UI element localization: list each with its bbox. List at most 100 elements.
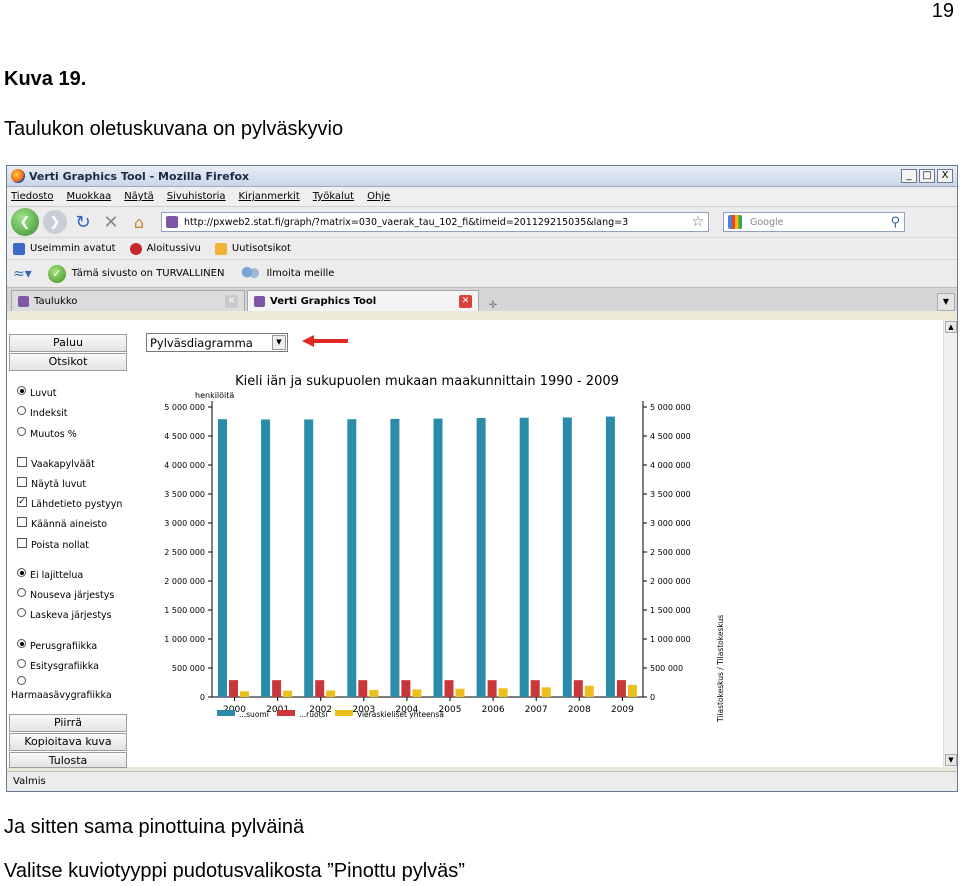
radio-icon[interactable]: [17, 406, 26, 415]
menu-view[interactable]: Näytä: [124, 191, 154, 202]
scroll-down-arrow-icon[interactable]: ▼: [945, 754, 957, 766]
tab-bar: Taulukko ✕ Verti Graphics Tool ✕ ✛ ▼: [7, 287, 957, 311]
sort-desc[interactable]: Laskeva järjestys: [17, 608, 112, 621]
close-icon[interactable]: ✕: [225, 294, 238, 308]
url-bar[interactable]: http://pxweb2.stat.fi/graph/?matrix=030_…: [161, 212, 709, 232]
menu-edit[interactable]: Muokkaa: [66, 191, 111, 202]
legend-swatch: [277, 710, 295, 716]
tab-taulukko[interactable]: Taulukko ✕: [11, 290, 245, 311]
scroll-up-arrow-icon[interactable]: ▲: [945, 321, 957, 333]
radio-icon[interactable]: [17, 427, 26, 436]
y-tick-label-right: 3 000 000: [650, 519, 691, 528]
graphic-basic[interactable]: Perusgrafiikka: [17, 639, 97, 652]
chart-type-value[interactable]: Pylväsdiagramma: [150, 336, 272, 350]
graphic-grayscale-radio[interactable]: [17, 676, 30, 688]
x-tick-label: 2006: [482, 705, 505, 715]
maximize-button[interactable]: □: [919, 169, 935, 183]
print-button[interactable]: Tulosta: [9, 752, 127, 768]
radio-icon[interactable]: [17, 588, 26, 597]
graphic-presentation[interactable]: Esitysgrafiikka: [17, 659, 99, 672]
option-muutos[interactable]: Muutos %: [17, 427, 77, 440]
radio-icon[interactable]: [17, 659, 26, 668]
option-label: Käännä aineisto: [31, 519, 108, 530]
copy-image-button[interactable]: Kopioitava kuva: [9, 733, 127, 751]
menu-help[interactable]: Ohje: [367, 191, 390, 202]
search-icon[interactable]: ⚲: [890, 215, 900, 230]
option-indeksit[interactable]: Indeksit: [17, 406, 68, 419]
radio-icon[interactable]: [17, 608, 26, 617]
bookmark-news[interactable]: Uutisotsikot: [214, 242, 291, 255]
titles-button[interactable]: Otsikot: [9, 353, 127, 371]
tab-verti-graphics-tool[interactable]: Verti Graphics Tool ✕: [247, 290, 479, 311]
checkbox-icon[interactable]: [17, 456, 27, 467]
star-icon[interactable]: ☆: [691, 214, 704, 230]
y-tick-label-left: 1 500 000: [164, 606, 205, 615]
checkmark-icon: ✓: [47, 264, 66, 283]
back-app-button[interactable]: Paluu: [9, 334, 127, 352]
security-status[interactable]: Tämä sivusto on TURVALLINEN: [72, 268, 225, 279]
checkbox-icon[interactable]: [17, 537, 27, 548]
site-favicon-icon: [166, 216, 178, 228]
wifi-icon[interactable]: ≈▾: [13, 266, 32, 282]
bar-1: [261, 419, 271, 697]
checkbox-lahdetieto[interactable]: ✓ Lähdetieto pystyyn: [17, 496, 123, 510]
report-link[interactable]: Ilmoita meille: [266, 268, 334, 279]
bar-2: [487, 680, 497, 697]
checkbox-icon[interactable]: [17, 516, 27, 527]
home-icon[interactable]: ⌂: [127, 210, 151, 234]
option-label: Lähdetieto pystyyn: [31, 499, 123, 510]
dropdown-arrow-icon[interactable]: ▼: [272, 335, 286, 350]
x-tick-label: 2009: [611, 705, 634, 715]
minimize-button[interactable]: _: [901, 169, 917, 183]
bar-3: [584, 685, 594, 697]
reload-icon[interactable]: ↻: [71, 210, 95, 234]
close-window-button[interactable]: X: [937, 169, 953, 183]
option-label: Nouseva järjestys: [30, 590, 115, 601]
forward-button[interactable]: ❯: [43, 210, 67, 234]
checkbox-poista-nollat[interactable]: Poista nollat: [17, 537, 89, 551]
checkbox-kaanna[interactable]: Käännä aineisto: [17, 516, 108, 530]
back-button[interactable]: ❮: [11, 208, 39, 236]
window-title: Verti Graphics Tool - Mozilla Firefox: [29, 169, 250, 183]
option-luvut[interactable]: Luvut: [17, 386, 57, 399]
checkbox-checked-icon[interactable]: ✓: [17, 496, 27, 507]
bar-1: [304, 419, 314, 697]
close-icon[interactable]: ✕: [459, 294, 472, 308]
y-tick-label-right: 1 500 000: [650, 606, 691, 615]
radio-icon[interactable]: [17, 676, 26, 685]
tab-list-icon[interactable]: ▼: [937, 293, 955, 311]
google-icon[interactable]: [728, 215, 742, 229]
new-tab-icon[interactable]: ✛: [481, 300, 505, 311]
menu-history[interactable]: Sivuhistoria: [167, 191, 226, 202]
bar-2: [315, 680, 325, 697]
checkbox-nayta-luvut[interactable]: Näytä luvut: [17, 476, 86, 490]
search-placeholder[interactable]: Google: [750, 217, 890, 228]
bookmark-most-visited[interactable]: Useimmin avatut: [13, 242, 116, 255]
y-tick-label-left: 4 500 000: [164, 432, 205, 441]
checkbox-icon[interactable]: [17, 476, 27, 487]
chart-type-select[interactable]: Pylväsdiagramma ▼: [146, 333, 288, 352]
option-label: Luvut: [30, 388, 57, 399]
draw-button[interactable]: Piirrä: [9, 714, 127, 732]
body-text-2: Valitse kuviotyyppi pudotusvalikosta ”Pi…: [4, 860, 465, 882]
y-tick-label-left: 5 000 000: [164, 403, 205, 412]
checkbox-vaakapylvaat[interactable]: Vaakapylväät: [17, 456, 95, 470]
window-controls: _ □ X: [901, 169, 957, 183]
menu-file[interactable]: Tiedosto: [11, 191, 53, 202]
search-box[interactable]: Google ⚲: [723, 212, 905, 232]
menu-bookmarks[interactable]: Kirjanmerkit: [239, 191, 300, 202]
radio-icon[interactable]: [17, 639, 26, 648]
menu-tools[interactable]: Työkalut: [313, 191, 354, 202]
sort-none[interactable]: Ei lajittelua: [17, 568, 83, 581]
radio-icon[interactable]: [17, 386, 26, 395]
sort-asc[interactable]: Nouseva järjestys: [17, 588, 115, 601]
stop-icon[interactable]: ✕: [99, 210, 123, 234]
bookmark-home[interactable]: Aloitussivu: [129, 242, 201, 255]
bar-1: [390, 418, 400, 697]
bar-1: [476, 418, 486, 697]
vertical-scrollbar[interactable]: ▲ ▼: [943, 320, 957, 767]
url-text[interactable]: http://pxweb2.stat.fi/graph/?matrix=030_…: [184, 217, 687, 228]
bar-3: [412, 689, 422, 697]
y-axis-label: henkilöitä: [195, 391, 234, 400]
radio-icon[interactable]: [17, 568, 26, 577]
